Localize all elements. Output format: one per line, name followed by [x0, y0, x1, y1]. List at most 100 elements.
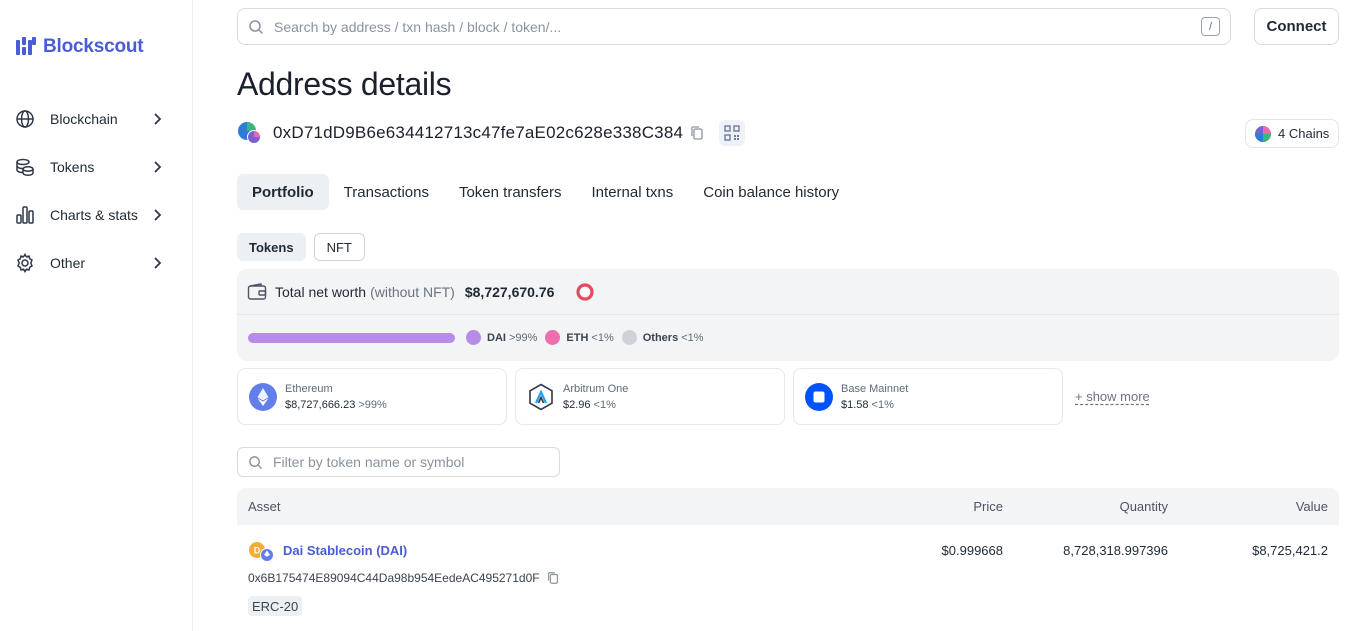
chain-card-arbitrum[interactable]: Arbitrum One $2.96 <1%: [515, 368, 785, 425]
chain-name: Ethereum: [285, 382, 333, 395]
token-quantity: 8,728,318.997396: [1063, 543, 1168, 558]
chain-card-ethereum[interactable]: Ethereum $8,727,666.23 >99%: [237, 368, 507, 425]
arbitrum-icon: [529, 383, 553, 410]
chain-value: $1.58: [841, 398, 869, 411]
chevron-right-icon: [154, 113, 162, 125]
sidebar-item-blockchain[interactable]: Blockchain: [14, 95, 164, 143]
sidebar-item-label: Blockchain: [50, 111, 118, 127]
legend-dot: [545, 330, 561, 345]
chains-badge[interactable]: 4 Chains: [1245, 119, 1339, 148]
legend-pct: <1%: [591, 331, 614, 344]
connect-button[interactable]: Connect: [1254, 8, 1339, 45]
tab-token-transfers[interactable]: Token transfers: [444, 174, 577, 210]
token-value: $8,725,421.2: [1252, 543, 1328, 558]
wallet-icon: [247, 283, 267, 300]
token-name-link[interactable]: Dai Stablecoin (DAI): [283, 543, 407, 558]
dai-token-icon: D: [249, 542, 274, 562]
token-standard-badge: ERC-20: [248, 596, 303, 616]
column-header-price: Price: [973, 499, 1003, 514]
chain-pct: <1%: [871, 398, 894, 411]
sidebar-item-other[interactable]: Other: [14, 239, 164, 287]
column-header-quantity: Quantity: [1119, 499, 1168, 514]
base-icon: [805, 382, 833, 411]
svg-text:D: D: [254, 546, 261, 556]
legend-dot: [621, 330, 637, 345]
search-shortcut-key: /: [1201, 17, 1220, 36]
subtab-nft[interactable]: NFT: [313, 233, 365, 261]
sidebar-item-charts-stats[interactable]: Charts & stats: [14, 191, 164, 239]
legend-item-others: Others <1%: [621, 330, 704, 345]
legend-item-dai: DAI >99%: [466, 330, 537, 345]
multichain-pie-icon: [1255, 125, 1271, 142]
net-worth-label: Total net worth: [275, 284, 367, 300]
ethereum-icon: [249, 382, 277, 411]
net-worth-legend: DAI >99% ETH <1% Others <1%: [466, 330, 704, 345]
legend-name: ETH: [566, 331, 589, 344]
coins-icon: [14, 156, 36, 178]
chevron-right-icon: [154, 209, 162, 221]
net-worth-sub-label: (without NFT): [370, 284, 455, 300]
brand-name: Blockscout: [43, 36, 144, 57]
copy-icon[interactable]: [546, 571, 560, 585]
search-icon: [249, 19, 264, 34]
net-worth-distribution-bar: [248, 333, 455, 343]
legend-name: DAI: [487, 331, 506, 344]
lifebuoy-icon[interactable]: [576, 283, 594, 301]
chain-card-base[interactable]: Base Mainnet $1.58 <1%: [793, 368, 1063, 425]
sidebar-item-label: Charts & stats: [50, 207, 138, 223]
chain-pct: <1%: [593, 398, 616, 411]
sidebar-item-label: Tokens: [50, 159, 95, 175]
net-worth-summary: Total net worth (without NFT) $8,727,670…: [247, 283, 594, 301]
bar-chart-icon: [14, 204, 36, 226]
address-hash: 0xD71dD9B6e634412713c47fe7aE02c628e338C3…: [273, 123, 684, 142]
address-row: 0xD71dD9B6e634412713c47fe7aE02c628e338C3…: [237, 120, 746, 146]
legend-dot: [466, 330, 481, 345]
column-header-asset: Asset: [248, 499, 281, 514]
sidebar-nav: Blockchain Tokens Charts & stats Other: [14, 95, 164, 287]
legend-pct: <1%: [681, 331, 704, 344]
tokens-table-header: Asset Price Quantity Value: [237, 488, 1339, 525]
qr-code-icon: [724, 125, 740, 141]
token-filter[interactable]: [237, 447, 560, 477]
page-title: Address details: [237, 66, 452, 102]
logo[interactable]: Blockscout: [15, 36, 144, 58]
column-header-value: Value: [1295, 499, 1328, 514]
chain-cards: Ethereum $8,727,666.23 >99% Arbitrum One …: [237, 368, 1150, 425]
token-contract: 0x6B175474E89094C44Da98b954EedeAC495271d…: [248, 571, 560, 585]
search-input[interactable]: [274, 18, 1201, 35]
chain-pct: >99%: [358, 398, 387, 411]
legend-pct: >99%: [508, 331, 538, 344]
address-avatar-icon: [238, 122, 261, 144]
tab-coin-balance-history[interactable]: Coin balance history: [688, 174, 854, 210]
search-bar[interactable]: /: [237, 8, 1231, 45]
chain-name: Base Mainnet: [841, 382, 909, 395]
blockscout-logo-icon: [16, 37, 36, 55]
token-contract-address: 0x6B175474E89094C44Da98b954EedeAC495271d…: [248, 571, 540, 585]
token-filter-input[interactable]: [273, 454, 559, 470]
chains-badge-label: 4 Chains: [1278, 126, 1330, 141]
show-more-link[interactable]: + show more: [1075, 389, 1150, 404]
qr-code-button[interactable]: [719, 120, 746, 146]
chevron-right-icon: [154, 161, 162, 173]
tab-portfolio[interactable]: Portfolio: [237, 174, 329, 210]
legend-name: Others: [642, 331, 679, 344]
tab-internal-txns[interactable]: Internal txns: [577, 174, 689, 210]
chain-name: Arbitrum One: [563, 382, 629, 395]
table-row: D Dai Stablecoin (DAI) 0x6B175474E89094C…: [237, 525, 1339, 631]
copy-icon[interactable]: [689, 125, 705, 141]
subtab-tokens[interactable]: Tokens: [237, 233, 306, 261]
legend-item-eth: ETH <1%: [545, 330, 614, 345]
token-price: $0.999668: [941, 543, 1003, 558]
gear-icon: [14, 252, 36, 274]
net-worth-value: $8,727,670.76: [464, 284, 555, 300]
divider: [237, 314, 1339, 315]
chevron-right-icon: [154, 257, 162, 269]
globe-icon: [14, 108, 36, 130]
net-worth-panel: Total net worth (without NFT) $8,727,670…: [237, 269, 1339, 361]
sidebar-item-label: Other: [50, 255, 86, 271]
address-tabs: Portfolio Transactions Token transfers I…: [237, 174, 854, 210]
sidebar-item-tokens[interactable]: Tokens: [14, 143, 164, 191]
chain-value: $8,727,666.23: [285, 398, 356, 411]
tab-transactions[interactable]: Transactions: [329, 174, 444, 210]
sidebar: Blockscout Blockchain Tokens Charts & st…: [0, 0, 193, 631]
